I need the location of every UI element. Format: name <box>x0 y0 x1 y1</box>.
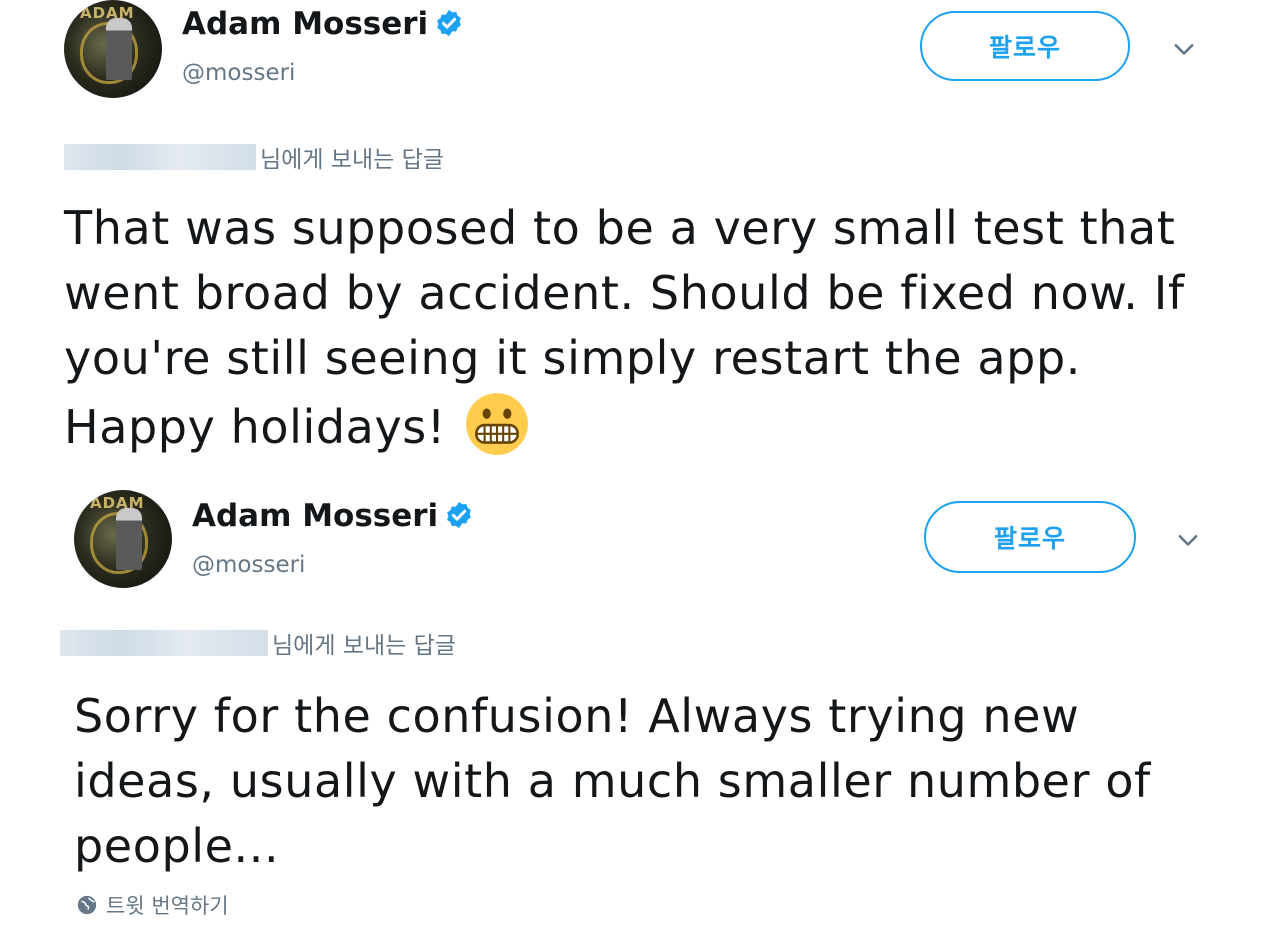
avatar[interactable]: ADAM <box>64 0 162 98</box>
tweet-text: That was supposed to be a very small tes… <box>64 196 1224 460</box>
reply-to-line: 님에게 보내는 답글 <box>64 140 444 174</box>
author-name[interactable]: Adam Mosseri <box>192 498 474 534</box>
redacted-username[interactable] <box>64 144 256 170</box>
author-handle[interactable]: @mosseri <box>192 552 305 578</box>
follow-button[interactable]: 팔로우 <box>920 11 1130 81</box>
chevron-down-icon[interactable] <box>1174 527 1202 555</box>
translate-label: 트윗 번역하기 <box>106 894 229 918</box>
avatar-person <box>116 508 142 570</box>
follow-button[interactable]: 팔로우 <box>924 501 1136 573</box>
tweet-text-content: That was supposed to be a very small tes… <box>64 201 1185 454</box>
grimacing-face-icon <box>465 393 528 455</box>
avatar[interactable]: ADAM <box>74 490 172 588</box>
avatar-person <box>106 18 132 80</box>
author-handle[interactable]: @mosseri <box>182 60 295 86</box>
redacted-username[interactable] <box>60 630 268 656</box>
author-name[interactable]: Adam Mosseri <box>182 6 464 42</box>
verified-badge-icon <box>437 9 462 37</box>
reply-to-label: 님에게 보내는 답글 <box>260 147 444 173</box>
reply-to-label: 님에게 보내는 답글 <box>272 633 456 659</box>
tweet-card-2: ADAM Adam Mosseri @mosseri 팔로우 님에게 보내는 답… <box>0 470 1280 940</box>
tweet-text: Sorry for the confusion! Always trying n… <box>74 689 1151 873</box>
chevron-down-icon[interactable] <box>1170 36 1198 64</box>
verified-badge-icon <box>447 501 472 529</box>
globe-icon <box>77 895 97 915</box>
tweet-card-1: ADAM Adam Mosseri @mosseri 팔로우 님에게 보내는 답… <box>0 0 1280 470</box>
author-name-text: Adam Mosseri <box>192 498 439 534</box>
translate-tweet-link[interactable]: 트윗 번역하기 <box>76 890 229 920</box>
reply-to-line: 님에게 보내는 답글 <box>60 626 456 660</box>
author-name-text: Adam Mosseri <box>182 6 429 42</box>
